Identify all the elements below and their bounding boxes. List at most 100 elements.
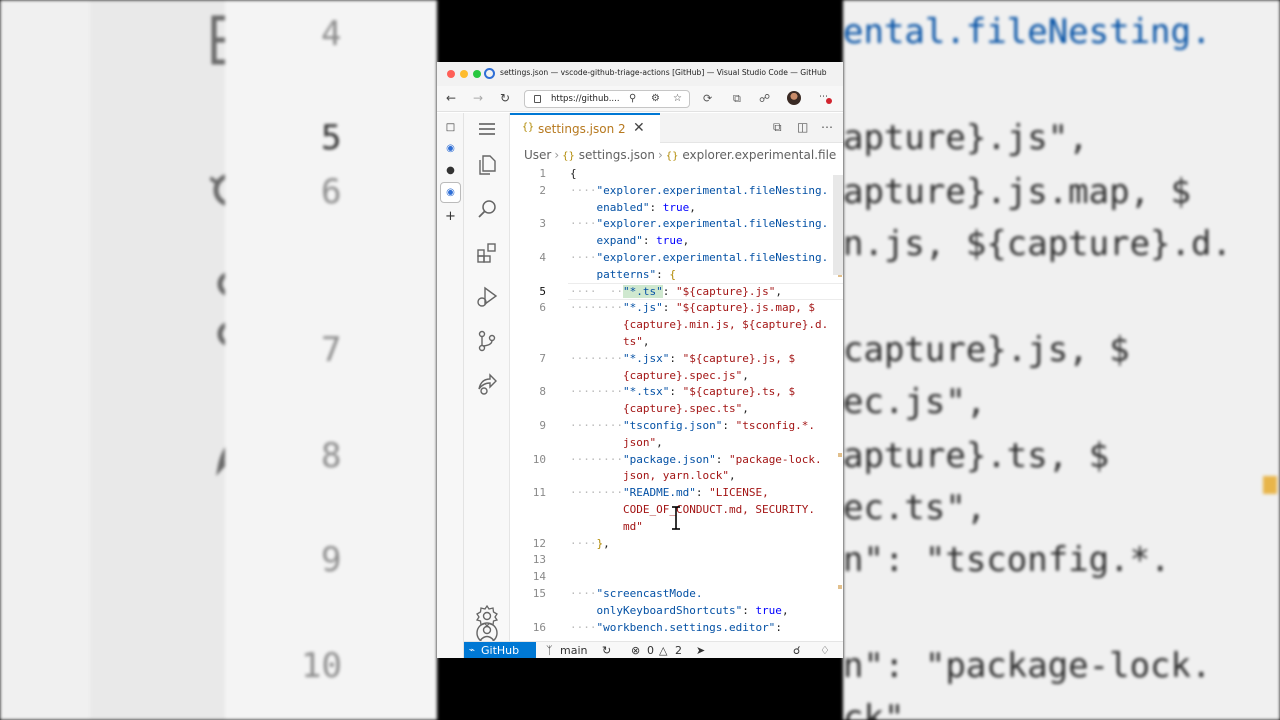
- code-line[interactable]: 13: [510, 551, 843, 568]
- tracking-icon[interactable]: ⚙: [651, 93, 660, 104]
- breadcrumb-root[interactable]: User: [524, 148, 551, 162]
- remote-indicator[interactable]: ⌁ GitHub: [464, 642, 536, 658]
- explorer-icon[interactable]: [475, 153, 499, 177]
- code-line[interactable]: onlyKeyboardShortcuts": true,: [510, 602, 843, 619]
- code-line[interactable]: 16 ····"workbench.settings.editor":: [510, 619, 843, 635]
- profile-avatar[interactable]: [787, 91, 801, 105]
- more-actions-icon[interactable]: ⋯: [821, 120, 833, 134]
- code-line[interactable]: 14: [510, 568, 843, 585]
- code-token: true: [662, 200, 690, 214]
- live-share-icon[interactable]: [475, 373, 499, 397]
- code-token: onlyKeyboardShortcuts": [570, 603, 743, 617]
- code-text: enabled": true,: [570, 199, 695, 216]
- maximize-window-button[interactable]: [473, 70, 481, 78]
- code-line[interactable]: json, yarn.lock",: [510, 467, 843, 484]
- code-line[interactable]: 2 ····"explorer.experimental.fileNesting.: [510, 182, 843, 199]
- code-token: "*.ts": [622, 284, 663, 298]
- code-line[interactable]: ts",: [510, 333, 843, 350]
- code-line[interactable]: {capture}.spec.js",: [510, 367, 843, 384]
- code-text: ········"README.md": "LICENSE,: [570, 484, 769, 501]
- zoom-icon[interactable]: ⚲: [629, 93, 636, 104]
- code-token: expand": [570, 234, 643, 248]
- editor-scrollbar[interactable]: [833, 175, 843, 275]
- breadcrumb-symbol[interactable]: explorer.experimental.file: [682, 148, 836, 162]
- run-debug-icon[interactable]: [475, 285, 499, 309]
- back-arrow-icon[interactable]: ←: [446, 91, 456, 105]
- code-line[interactable]: {capture}.spec.ts",: [510, 400, 843, 417]
- code-line[interactable]: {capture}.min.js, ${capture}.d.: [510, 316, 843, 333]
- code-line[interactable]: 5 ···· ··"*.ts": "${capture}.js",: [510, 282, 843, 300]
- tab-problem-count: 2: [618, 122, 626, 136]
- code-token: ,: [775, 284, 782, 298]
- vscode-tab-icon[interactable]: ◉: [444, 186, 457, 199]
- github-tab-icon[interactable]: ●: [444, 164, 457, 177]
- code-line[interactable]: 9 ········"tsconfig.json": "tsconfig.*.: [510, 417, 843, 434]
- source-control-icon[interactable]: [475, 329, 499, 353]
- code-line[interactable]: 10 ········"package.json": "package-lock.: [510, 451, 843, 468]
- code-text: patterns": {: [570, 266, 676, 283]
- warning-icon[interactable]: △: [659, 644, 667, 657]
- code-line[interactable]: expand": true,: [510, 232, 843, 249]
- code-line[interactable]: 15 ····"screencastMode.: [510, 585, 843, 602]
- reload-icon[interactable]: ↻: [500, 91, 510, 105]
- code-line[interactable]: 11 ········"README.md": "LICENSE,: [510, 484, 843, 501]
- code-token: "explorer.experimental.fileNesting.: [596, 217, 829, 231]
- notifications-bell-icon[interactable]: ♢: [820, 644, 830, 657]
- code-text: onlyKeyboardShortcuts": true,: [570, 602, 788, 619]
- error-icon[interactable]: ⊗: [631, 644, 640, 657]
- json-file-icon: {}: [562, 151, 575, 162]
- sync-icon[interactable]: ↻: [602, 644, 611, 657]
- favorite-star-icon[interactable]: ☆: [673, 93, 682, 104]
- line-number: 5: [539, 284, 546, 298]
- code-line[interactable]: 1{: [510, 165, 843, 182]
- live-share-status-icon[interactable]: ➤: [696, 644, 705, 657]
- code-line[interactable]: patterns": {: [510, 266, 843, 283]
- extensions-puzzle-icon[interactable]: ☍: [759, 92, 770, 105]
- background-code-line: apture}.ts, $: [843, 436, 1110, 476]
- code-text: ········"tsconfig.json": "tsconfig.*.: [570, 417, 815, 434]
- line-number: 16: [532, 620, 546, 634]
- split-editor-icon[interactable]: ◫: [797, 120, 808, 134]
- code-token: "${capture}.js.map, $: [675, 301, 816, 315]
- open-settings-ui-icon[interactable]: ⧉: [773, 120, 782, 135]
- branch-name[interactable]: main: [560, 644, 587, 657]
- menu-icon[interactable]: [475, 117, 499, 141]
- background-code-line: n": "tsconfig.*.: [843, 540, 1171, 580]
- code-line[interactable]: 12 ····},: [510, 535, 843, 552]
- forward-arrow-icon[interactable]: →: [473, 91, 483, 105]
- search-icon[interactable]: [475, 197, 499, 221]
- error-count[interactable]: 0: [647, 644, 654, 657]
- code-line[interactable]: 8 ········"*.tsx": "${capture}.ts, $: [510, 383, 843, 400]
- code-text: {capture}.min.js, ${capture}.d.: [570, 316, 828, 333]
- tab-settings-json[interactable]: {} settings.json 2 ✕: [510, 113, 660, 143]
- close-window-button[interactable]: [447, 70, 455, 78]
- code-token: {: [669, 267, 676, 281]
- warning-count[interactable]: 2: [675, 644, 682, 657]
- code-line[interactable]: 3 ····"explorer.experimental.fileNesting.: [510, 215, 843, 232]
- code-token: json, yarn.lock": [570, 469, 729, 483]
- codespaces-icon: [484, 68, 495, 79]
- collections-icon[interactable]: ⧉: [733, 92, 741, 106]
- new-tab-plus-icon[interactable]: +: [444, 210, 457, 223]
- code-token: ········: [570, 419, 623, 432]
- code-line[interactable]: enabled": true,: [510, 199, 843, 216]
- close-tab-icon[interactable]: ✕: [633, 120, 645, 136]
- breadcrumb-file[interactable]: settings.json: [579, 148, 655, 162]
- code-line[interactable]: json",: [510, 434, 843, 451]
- minimize-window-button[interactable]: [460, 70, 468, 78]
- code-line[interactable]: 4 ····"explorer.experimental.fileNesting.: [510, 249, 843, 266]
- feedback-icon[interactable]: ☌: [793, 644, 800, 657]
- extensions-icon[interactable]: [475, 241, 499, 265]
- settings-gear-icon[interactable]: [475, 604, 499, 628]
- code-editor[interactable]: 1{2 ····"explorer.experimental.fileNestin…: [510, 165, 843, 635]
- code-line[interactable]: 6 ········"*.js": "${capture}.js.map, $: [510, 299, 843, 316]
- refresh-extension-icon[interactable]: ⟳: [703, 92, 712, 105]
- code-token: :: [662, 284, 676, 298]
- code-line[interactable]: 7 ········"*.jsx": "${capture}.js, $: [510, 350, 843, 367]
- tab-actions-icon[interactable]: □: [444, 121, 457, 134]
- json-object-icon: {}: [665, 151, 679, 162]
- code-token: ,: [682, 234, 690, 248]
- browser-toolbar: ← → ↻ https://github.... ⚲ ⚙ ☆ ⟳ ⧉ ☍ ⋯: [437, 86, 843, 112]
- codespace-tab-icon[interactable]: ◉: [444, 142, 457, 155]
- address-bar[interactable]: https://github.... ⚲ ⚙ ☆: [524, 90, 690, 108]
